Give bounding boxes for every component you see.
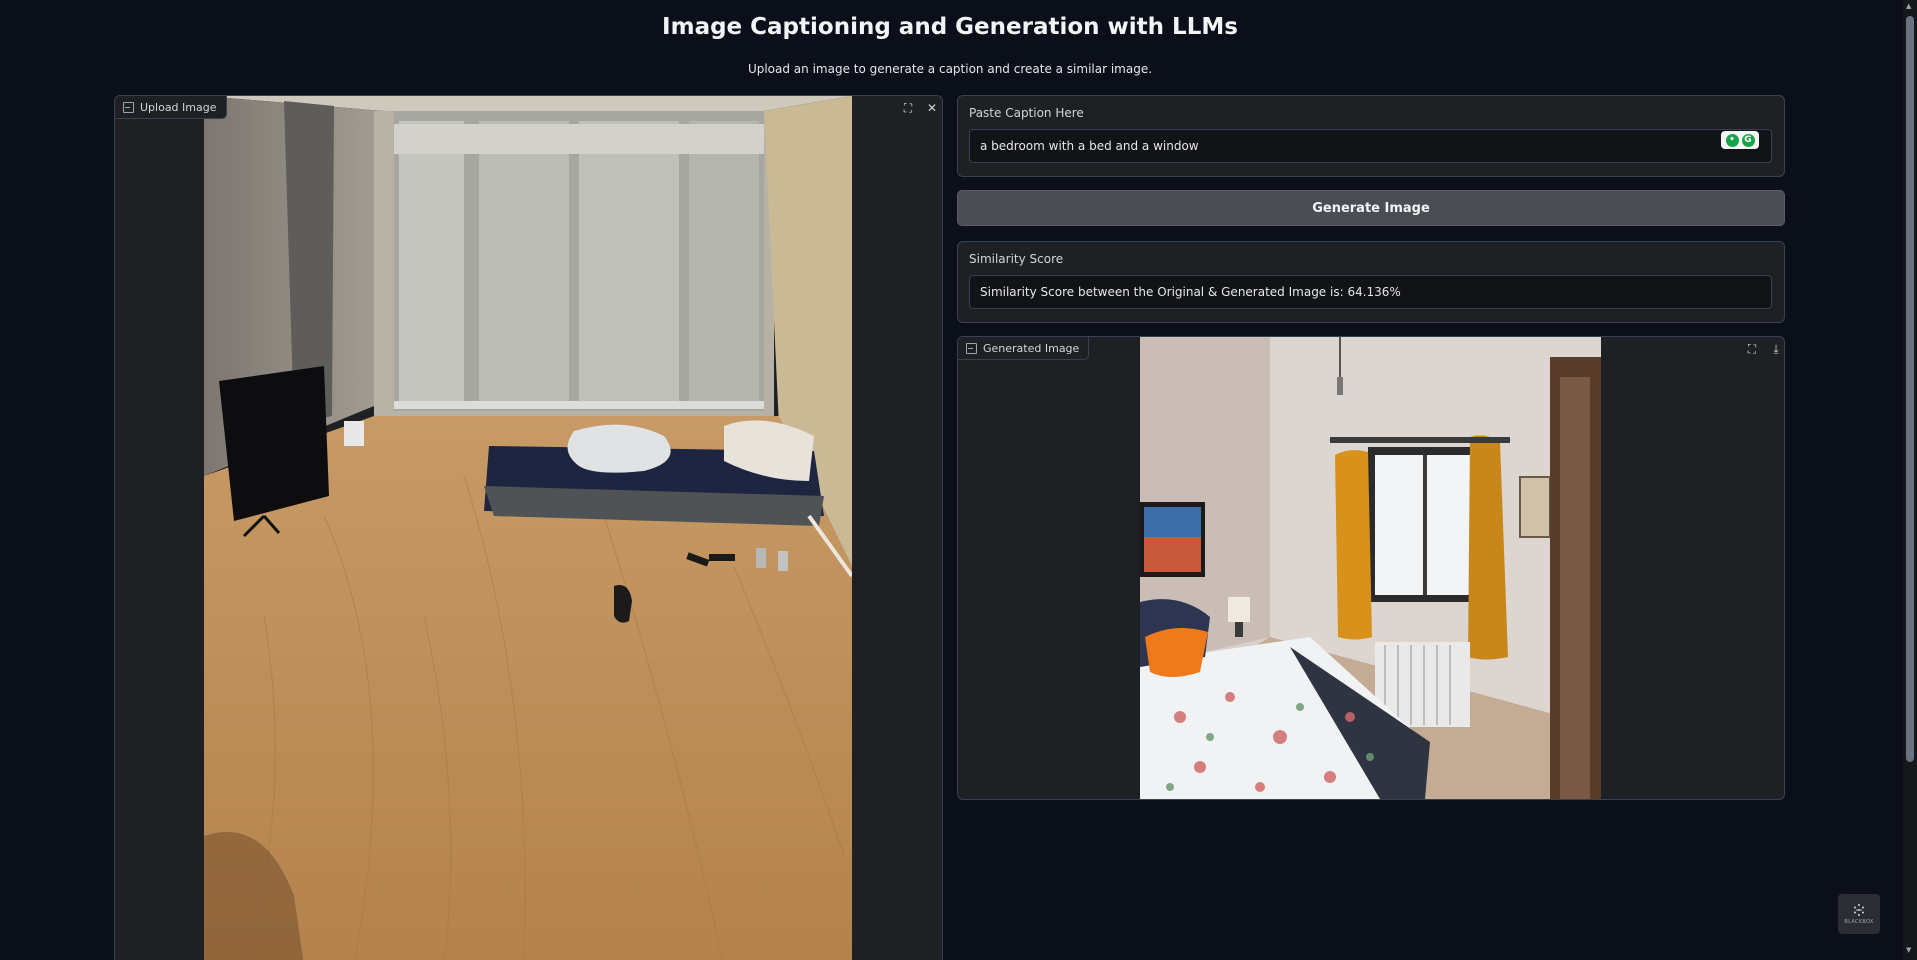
scroll-down-icon[interactable]: ▼ — [1906, 946, 1911, 954]
caption-field[interactable]: • G — [969, 129, 1772, 163]
blackbox-label: BLACKBOX — [1844, 919, 1874, 925]
download-icon[interactable]: ⤓ — [1768, 341, 1784, 357]
app-page: Image Captioning and Generation with LLM… — [0, 0, 1917, 960]
grammar-extension-badge[interactable]: • G — [1721, 131, 1759, 149]
generated-image-label-tab: Generated Image — [958, 337, 1090, 360]
fullscreen-icon[interactable]: ⛶ — [1744, 341, 1760, 357]
similarity-label: Similarity Score — [969, 252, 1064, 266]
upload-image-panel[interactable]: Upload Image ⛶ ✕ — [114, 95, 943, 960]
uploaded-bedroom-photo — [204, 96, 852, 960]
image-icon — [966, 342, 977, 354]
generated-panel-tools: ⛶ ⤓ — [1744, 341, 1784, 357]
close-icon[interactable]: ✕ — [924, 100, 940, 116]
similarity-output[interactable]: Similarity Score between the Original & … — [969, 275, 1772, 309]
blackbox-logo-icon — [1854, 904, 1864, 916]
blackbox-widget[interactable]: BLACKBOX — [1838, 894, 1880, 934]
image-icon — [123, 101, 134, 113]
generate-image-button[interactable]: Generate Image — [957, 190, 1785, 226]
caption-label: Paste Caption Here — [969, 106, 1084, 120]
generated-bedroom-photo — [1140, 337, 1601, 799]
fullscreen-icon[interactable]: ⛶ — [900, 100, 916, 116]
scroll-thumb[interactable] — [1906, 16, 1914, 762]
page-scrollbar[interactable]: ▲ ▼ — [1903, 0, 1917, 960]
similarity-block: Similarity Score Similarity Score betwee… — [957, 241, 1785, 323]
page-title: Image Captioning and Generation with LLM… — [662, 14, 1238, 40]
caption-input[interactable] — [980, 139, 1680, 153]
caption-block: Paste Caption Here • G — [957, 95, 1785, 177]
upload-image-label-tab: Upload Image — [115, 96, 227, 119]
grammarly-icon: G — [1741, 133, 1755, 147]
generated-image-panel: Generated Image ⛶ ⤓ — [957, 336, 1785, 800]
scroll-up-icon[interactable]: ▲ — [1906, 2, 1911, 10]
upload-image-label: Upload Image — [140, 100, 217, 114]
page-subtitle: Upload an image to generate a caption an… — [747, 62, 1153, 76]
bulb-icon: • — [1725, 133, 1739, 147]
upload-panel-tools: ⛶ ✕ — [900, 100, 940, 116]
generated-image-label: Generated Image — [983, 341, 1080, 355]
